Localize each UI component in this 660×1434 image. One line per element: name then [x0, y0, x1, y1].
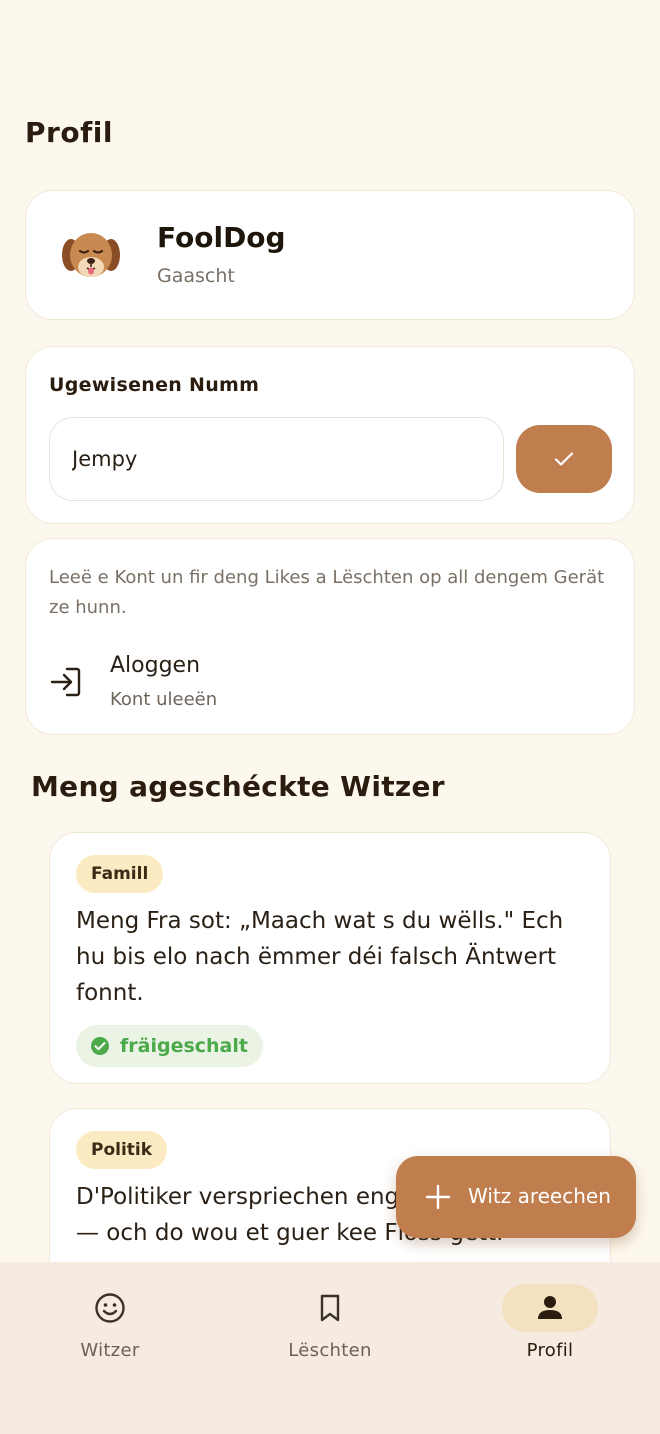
dog-avatar-icon: [60, 225, 122, 287]
assigned-name-card: Ugewisenen Numm: [25, 346, 635, 524]
check-circle-icon: [91, 1037, 109, 1055]
bottom-navigation: Witzer Lëschten Profil: [0, 1262, 660, 1434]
nav-label: Witzer: [80, 1340, 140, 1361]
nav-label: Profil: [526, 1340, 574, 1361]
status-label: fräigeschalt: [120, 1035, 248, 1057]
profile-username: FoolDog: [157, 221, 286, 254]
person-icon: [538, 1296, 562, 1319]
my-jokes-title: Meng ageschéckte Witzer: [31, 770, 445, 803]
plus-icon: [425, 1184, 451, 1210]
status-badge: fräigeschalt: [76, 1025, 263, 1067]
nav-label: Lëschten: [288, 1340, 372, 1361]
joke-card[interactable]: Famill Meng Fra sot: „Maach wat s du wël…: [49, 832, 611, 1084]
login-icon: [50, 667, 81, 697]
nav-item-leschten[interactable]: Lëschten: [260, 1284, 400, 1374]
joke-text: Meng Fra sot: „Maach wat s du wëlls." Ec…: [76, 908, 564, 1006]
assigned-name-input[interactable]: [49, 417, 504, 501]
nav-item-profil[interactable]: Profil: [480, 1284, 620, 1374]
confirm-name-button[interactable]: [516, 425, 612, 493]
profile-card: FoolDog Gaascht: [25, 190, 635, 320]
bookmark-icon: [320, 1294, 340, 1322]
login-info-text: Leeë e Kont un fir deng Likes a Lëschten…: [49, 567, 605, 618]
submit-joke-label: Witz areechen: [468, 1184, 611, 1208]
nav-item-witzer[interactable]: Witzer: [40, 1284, 180, 1374]
page-title: Profil: [25, 116, 113, 149]
smiley-icon: [95, 1293, 125, 1323]
login-title: Aloggen: [110, 653, 201, 678]
assigned-name-label: Ugewisenen Numm: [49, 374, 260, 396]
category-tag: Politik: [76, 1131, 168, 1169]
category-tag: Famill: [76, 855, 164, 893]
submit-joke-button[interactable]: Witz areechen: [396, 1156, 636, 1238]
login-subtitle: Kont uleeën: [110, 689, 218, 710]
login-button[interactable]: Aloggen Kont uleeën: [49, 649, 609, 717]
profile-role: Gaascht: [157, 265, 235, 287]
login-card: Leeë e Kont un fir deng Likes a Lëschten…: [25, 538, 635, 735]
check-icon: [554, 452, 574, 466]
